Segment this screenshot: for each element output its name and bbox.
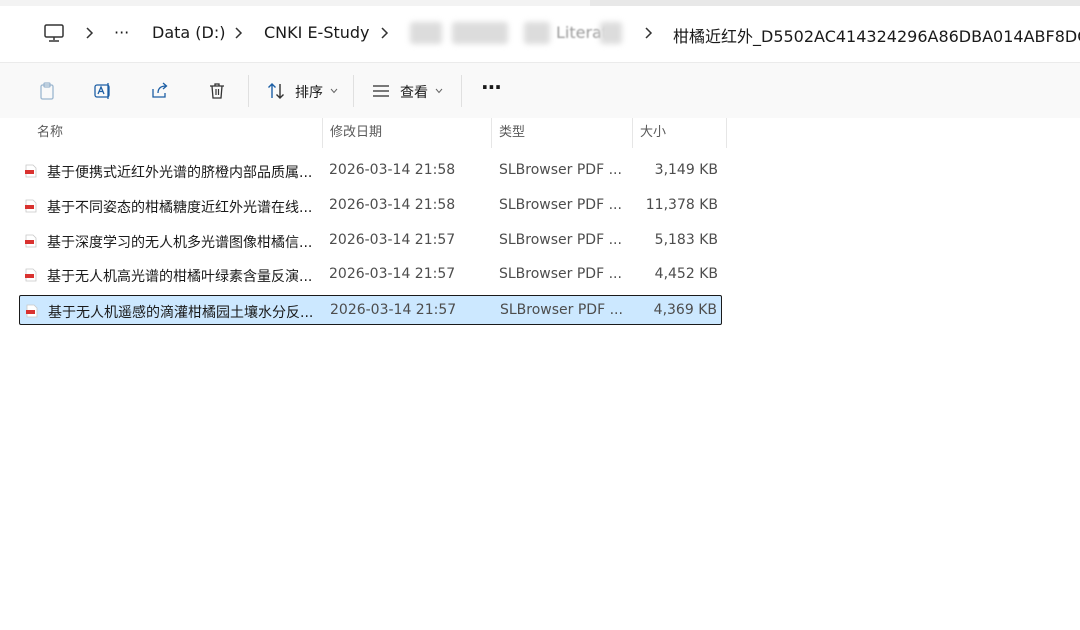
redacted-block [410,22,442,44]
this-pc-icon[interactable] [43,22,65,44]
redacted-block [452,22,508,44]
file-row[interactable]: 基于不同姿态的柑橘糖度近红外光谱在线... 2026-03-14 21:58 SLB… [19,191,722,221]
pdf-file-icon [25,234,37,247]
file-name[interactable]: 基于无人机遥感的滴灌柑橘园土壤水分反... [48,302,318,322]
column-divider[interactable] [726,118,727,148]
file-type: SLBrowser PDF ... [499,162,622,178]
file-type: SLBrowser PDF ... [499,196,622,213]
file-size: 4,369 KB [653,302,717,319]
address-bar[interactable]: ··· Data (D:) CNKI E-Study Literatu 柑橘近红… [0,6,1080,62]
file-date: 2026-03-14 21:58 [329,162,456,178]
chevron-right-icon [645,27,653,39]
file-size: 3,149 KB [654,162,718,178]
chevron-right-icon [381,27,389,39]
column-header-size[interactable]: 大小 [632,118,726,148]
rename-icon[interactable] [93,81,113,101]
file-row[interactable]: 基于深度学习的无人机多光谱图像柑橘信... 2026-03-14 21:57 SLB… [19,226,722,256]
file-size: 4,452 KB [654,266,718,283]
file-size: 11,378 KB [645,196,718,213]
view-button-label[interactable]: 查看 [400,82,428,102]
file-type: SLBrowser PDF ... [500,302,623,319]
chevron-down-icon [330,88,338,94]
pdf-file-icon [25,268,37,282]
breadcrumb-data-drive[interactable]: Data (D:) [152,23,225,42]
file-date: 2026-03-14 21:57 [330,302,457,319]
pdf-file-icon [26,304,38,318]
redacted-block [524,22,550,44]
file-row[interactable]: 基于无人机高光谱的柑橘叶绿素含量反演... 2026-03-14 21:57 SLB… [19,260,722,290]
toolbar-divider [353,75,354,107]
more-options-button[interactable]: ··· [481,75,502,99]
file-name[interactable]: 基于便携式近红外光谱的脐橙内部品质属... [47,162,317,182]
file-date: 2026-03-14 21:57 [329,266,456,283]
column-header-date[interactable]: 修改日期 [322,118,491,148]
file-date: 2026-03-14 21:57 [329,231,456,248]
file-date: 2026-03-14 21:58 [329,196,456,213]
file-size: 5,183 KB [654,231,718,248]
chevron-right-icon [235,27,243,39]
sort-button-label[interactable]: 排序 [295,82,323,102]
command-bar: 排序 查看 ··· [0,62,1080,119]
file-type: SLBrowser PDF ... [499,266,622,283]
delete-icon[interactable] [207,81,227,101]
chevron-down-icon [435,88,443,94]
breadcrumb-current-folder[interactable]: 柑橘近红外_D5502AC414324296A86DBA014ABF8DCA [673,23,1080,47]
column-header-row: 名称 修改日期 类型 大小 [0,118,1080,148]
column-header-type[interactable]: 类型 [491,118,632,148]
breadcrumb-cnki-estudy[interactable]: CNKI E-Study [264,23,370,42]
redacted-block [600,22,622,44]
pdf-file-icon [25,164,37,178]
file-row[interactable]: 基于无人机遥感的滴灌柑橘园土壤水分反... 2026-03-14 21:57 SLB… [19,295,722,326]
share-icon[interactable] [150,81,170,101]
column-header-name[interactable]: 名称 [29,118,321,148]
file-row[interactable]: 基于便携式近红外光谱的脐橙内部品质属... 2026-03-14 21:58 SLB… [19,156,722,186]
file-type: SLBrowser PDF ... [499,231,622,248]
sort-icon[interactable] [266,81,286,101]
file-name[interactable]: 基于无人机高光谱的柑橘叶绿素含量反演... [47,266,317,286]
file-name[interactable]: 基于深度学习的无人机多光谱图像柑橘信... [47,232,317,252]
file-name[interactable]: 基于不同姿态的柑橘糖度近红外光谱在线... [47,197,317,217]
chevron-right-icon [86,27,94,39]
breadcrumb-more[interactable]: ··· [114,23,129,42]
toolbar-divider [248,75,249,107]
pdf-file-icon [25,199,37,213]
view-icon[interactable] [371,81,391,101]
paste-icon[interactable] [37,81,57,101]
toolbar-divider [461,75,462,107]
